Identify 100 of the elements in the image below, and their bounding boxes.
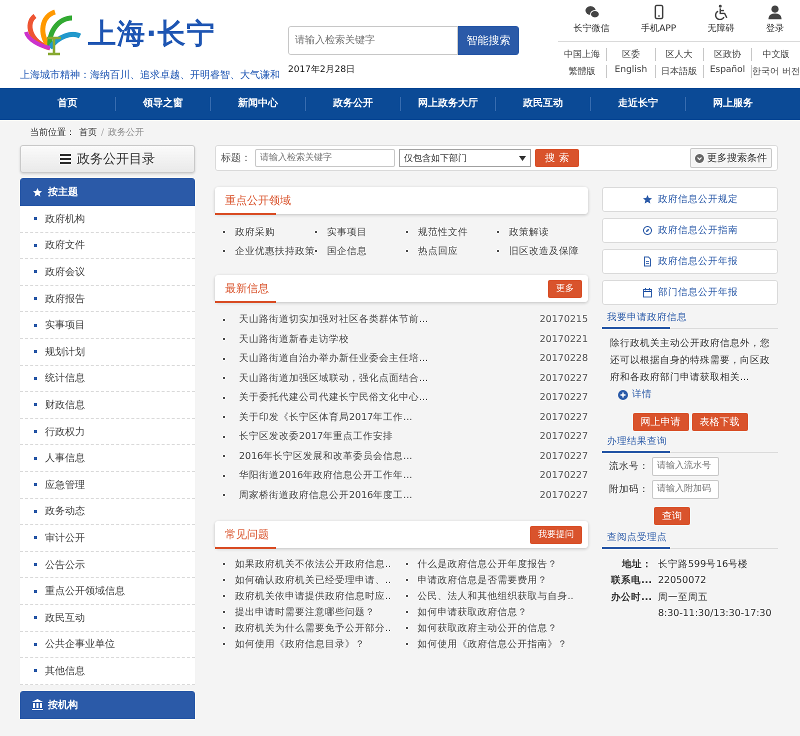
list-link[interactable]: 实事项目 — [327, 226, 367, 238]
news-link[interactable]: 天山路街道加强区域联动，强化点面结合... — [239, 372, 540, 385]
list-link[interactable]: 热点回应 — [418, 244, 458, 258]
news-link[interactable]: 关于委托代建公司代建长宁民俗文化中心... — [239, 391, 540, 404]
catalog-item[interactable]: 行政权力 — [20, 418, 195, 446]
nav-link[interactable]: 政民互动 — [495, 97, 590, 111]
star-icon — [642, 194, 653, 205]
info-value: 8:30-11:30/13:30-17:30 — [658, 607, 772, 621]
catalog-item[interactable]: 政务动态 — [20, 498, 195, 526]
catalog-item[interactable]: 政府机构 — [20, 206, 195, 233]
detail-link[interactable]: 详情 — [618, 386, 652, 403]
theme-tab[interactable]: 按主题 — [20, 178, 195, 206]
list-link[interactable]: 旧区改造及保障 — [509, 244, 579, 258]
input-field[interactable]: 请输入附加码 — [652, 480, 719, 498]
site-link[interactable]: 繁體版 — [558, 65, 606, 78]
list-link[interactable]: 政府机关依申请提供政府信息时应.. — [235, 590, 392, 602]
catalog-item[interactable]: 审计公开 — [20, 525, 195, 552]
site-link[interactable]: English — [606, 65, 655, 78]
nav-link[interactable]: 新闻中心 — [210, 97, 305, 111]
site-link[interactable]: 中文版 — [751, 48, 800, 61]
action-button[interactable]: 表格下载 — [692, 412, 748, 430]
search-field[interactable]: 请输入检索关键字 — [288, 26, 458, 55]
news-date: 20170227 — [540, 372, 588, 384]
nav-link[interactable]: 领导之窗 — [115, 97, 210, 111]
action-button[interactable]: 网上申请 — [632, 412, 688, 430]
catalog-item[interactable]: 其他信息 — [20, 658, 195, 685]
organization-tab[interactable]: 按机构 — [20, 690, 195, 719]
site-link[interactable]: 区委 — [606, 48, 655, 61]
nav-link[interactable]: 政务公开 — [305, 97, 400, 111]
list-link[interactable]: 政策解读 — [509, 226, 549, 238]
catalog-item[interactable]: 政府会议 — [20, 259, 195, 286]
catalog-item[interactable]: 重点公开领域信息 — [20, 578, 195, 605]
side-link-button[interactable]: 部门信息公开年报 — [602, 280, 778, 305]
breadcrumb-label: 当前位置： — [30, 126, 75, 139]
list-link[interactable]: 如果政府机关不依法公开政府信息.. — [235, 558, 392, 570]
site-link[interactable]: 日本語版 — [654, 65, 703, 78]
ask-button[interactable]: 我要提问 — [530, 526, 582, 544]
list-link[interactable]: 公民、法人和其他组织获取与自身.. — [418, 590, 574, 602]
news-date: 20170227 — [540, 490, 588, 501]
quick-link[interactable]: 登录 — [766, 4, 784, 41]
news-link[interactable]: 华阳街道2016年政府信息公开工作年... — [239, 469, 540, 482]
department-dropdown[interactable]: 仅包含如下部门 — [399, 149, 531, 167]
site-link[interactable]: 区政协 — [702, 48, 752, 61]
news-link[interactable]: 天山路街道切实加强对社区各类群体节前... — [239, 313, 540, 326]
catalog-item[interactable]: 政民互动 — [20, 604, 195, 632]
catalog-item[interactable]: 实事项目 — [20, 312, 195, 339]
news-link[interactable]: 天山路街道新春走访学校 — [239, 332, 540, 346]
search-button[interactable]: 智能搜索 — [458, 26, 519, 55]
list-link[interactable]: 如何确认政府机关已经受理申请、.. — [235, 574, 392, 586]
breadcrumb-link[interactable]: 首页 — [79, 126, 97, 139]
news-link[interactable]: 天山路街道自治办举办新任业委会主任培... — [239, 352, 540, 366]
input-field[interactable]: 请输入流水号 — [652, 456, 719, 476]
list-link[interactable]: 如何申请获取政府信息？ — [418, 606, 528, 618]
list-link[interactable]: 国企信息 — [327, 244, 367, 258]
quick-link[interactable]: 长宁微信 — [574, 4, 610, 41]
nav-link[interactable]: 网上服务 — [685, 97, 780, 111]
list-link[interactable]: 如何使用《政府信息目录》？ — [235, 638, 365, 650]
side-link-button[interactable]: 政府信息公开规定 — [602, 187, 778, 212]
info-label: 联系电... — [610, 574, 652, 588]
catalog-item[interactable]: 统计信息 — [20, 366, 195, 392]
nav-link[interactable]: 网上政务大厅 — [400, 97, 495, 111]
site-link[interactable]: Español — [702, 65, 752, 78]
site-link[interactable]: 区人大 — [654, 48, 703, 61]
catalog-item[interactable]: 公共企事业单位 — [20, 632, 195, 658]
more-button[interactable]: 更多 — [548, 280, 582, 298]
news-link[interactable]: 关于印发《长宁区体育局2017年工作... — [239, 410, 540, 424]
title-field[interactable]: 请输入检索关键字 — [255, 149, 395, 167]
site-link[interactable]: 中国上海 — [558, 48, 606, 61]
news-link[interactable]: 周家桥街道政府信息公开2016年度工... — [239, 488, 540, 502]
list-link[interactable]: 申请政府信息是否需要费用？ — [418, 574, 548, 586]
quick-link[interactable]: 手机APP — [641, 4, 676, 41]
list-link[interactable]: 什么是政府信息公开年度报告？ — [418, 558, 558, 570]
catalog-item[interactable]: 政府报告 — [20, 286, 195, 312]
search-button[interactable]: 搜索 — [535, 149, 579, 167]
list-link[interactable]: 政府机关为什么需要免予公开部分.. — [235, 622, 392, 634]
list-link[interactable]: 企业优惠扶持政策 — [235, 244, 315, 258]
catalog-item[interactable]: 人事信息 — [20, 445, 195, 472]
query-button[interactable]: 查询 — [654, 506, 690, 524]
catalog-item[interactable]: 财政信息 — [20, 392, 195, 419]
list-link[interactable]: 提出申请时需要注意哪些问题？ — [235, 606, 375, 618]
list-link[interactable]: 规范性文件 — [418, 226, 468, 238]
catalog-item[interactable]: 政府文件 — [20, 232, 195, 260]
list-link[interactable]: 如何获取政府主动公开的信息？ — [418, 622, 558, 634]
list-link[interactable]: 如何使用《政府信息公开指南》？ — [418, 638, 568, 650]
news-link[interactable]: 2016年长宁区发展和改革委员会信息... — [239, 450, 540, 463]
plus-circle-icon — [618, 390, 628, 400]
catalog-item[interactable]: 规划计划 — [20, 338, 195, 366]
side-link-button[interactable]: 政府信息公开年报 — [602, 249, 778, 274]
news-link[interactable]: 长宁区发改委2017年重点工作安排 — [239, 430, 540, 444]
list-link[interactable]: 政府采购 — [235, 226, 275, 238]
more-conditions-button[interactable]: 更多搜索条件 — [690, 148, 772, 168]
wechat-icon — [584, 4, 600, 20]
nav-link[interactable]: 首页 — [20, 97, 115, 111]
nav-link[interactable]: 走近长宁 — [590, 97, 685, 111]
site-link[interactable]: 한국어 버전 — [751, 65, 800, 78]
catalog-item[interactable]: 公告公示 — [20, 552, 195, 578]
side-link-button[interactable]: 政府信息公开指南 — [602, 218, 778, 243]
catalog-item[interactable]: 应急管理 — [20, 472, 195, 499]
catalog-button[interactable]: 政务公开目录 — [20, 145, 195, 173]
quick-link[interactable]: 无障碍 — [708, 4, 735, 41]
